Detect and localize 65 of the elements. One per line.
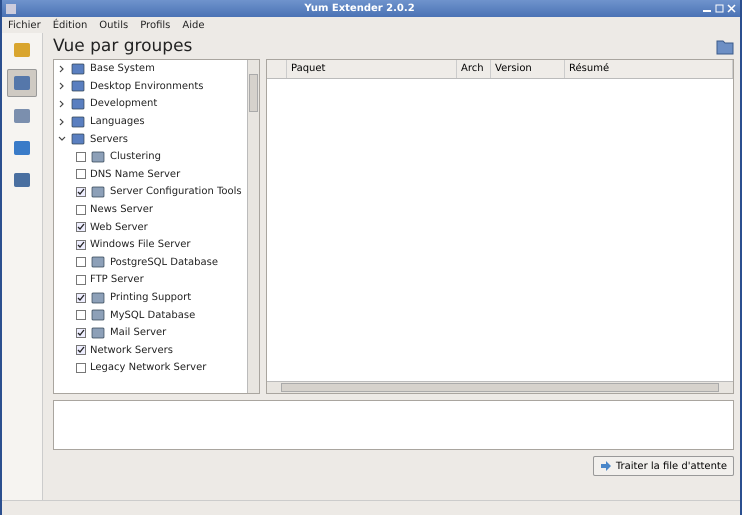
tree-item[interactable]: Desktop Environments [90,80,204,92]
tree-item[interactable]: Development [90,98,158,110]
checkbox[interactable] [76,204,86,215]
tree-item[interactable]: News Server [90,204,153,216]
tree-item[interactable]: DNS Name Server [90,168,180,180]
column-header[interactable]: Paquet [287,60,457,78]
column-header[interactable]: Version [491,60,565,78]
checkbox[interactable] [76,169,86,180]
tree-item[interactable]: Legacy Network Server [90,362,206,374]
output-view-icon [12,170,32,190]
category-icon [70,114,86,130]
tree-item[interactable]: Printing Support [110,292,192,304]
expander-icon[interactable] [58,100,66,108]
tree-item[interactable]: FTP Server [90,274,144,286]
arrow-icon [600,460,612,472]
close-icon[interactable] [727,4,736,13]
checkbox[interactable] [76,257,86,268]
tree-item[interactable]: Windows File Server [90,239,191,250]
tree-item[interactable]: MySQL Database [110,310,196,321]
category-icon [70,131,86,148]
tree-item[interactable]: Languages [90,116,145,128]
tree-item[interactable]: Base System [90,63,155,74]
menu-item[interactable]: Aide [182,20,204,30]
menu-item[interactable]: Profils [140,20,170,30]
column-header[interactable]: Arch [457,60,491,78]
scrollbar-thumb[interactable] [281,383,719,392]
checkbox[interactable] [76,222,86,232]
tree-item[interactable]: PostgreSQL Database [110,256,218,268]
category-icon [70,60,86,77]
queue-view-icon [12,106,32,126]
app-icon [6,4,16,14]
category-icon [70,96,86,112]
checkbox[interactable] [76,152,86,162]
menu-item[interactable]: Outils [99,20,128,30]
column-header[interactable]: Résumé [565,60,733,78]
groups-view-icon [12,73,32,93]
repos-view-icon [12,138,32,158]
view-tab[interactable] [7,69,37,97]
maximize-icon[interactable] [715,4,724,13]
checkbox[interactable] [76,345,86,356]
checkbox[interactable] [76,310,86,320]
checkbox[interactable] [76,328,86,338]
tree-item[interactable]: Server Configuration Tools [110,186,242,198]
checkbox[interactable] [76,292,86,303]
checkbox[interactable] [76,362,86,373]
expander-icon[interactable] [58,82,66,90]
tree-item[interactable]: Web Server [90,222,148,233]
window-title: Yum Extender 2.0.2 [303,3,416,14]
tree-item[interactable]: Mail Server [110,327,166,338]
expander-icon[interactable] [58,64,66,73]
tree-item[interactable]: Network Servers [90,344,173,356]
checkbox[interactable] [76,274,86,285]
tree-item[interactable]: Servers [90,134,128,145]
process-queue-button[interactable]: Traiter la file d'attente [592,456,734,476]
expander-icon[interactable] [58,118,66,126]
expander-icon[interactable] [58,135,66,144]
scrollbar-thumb[interactable] [249,74,258,112]
category-icon [70,78,86,94]
menu-item[interactable]: Édition [52,20,88,30]
view-title: Vue par groupes [53,36,194,56]
tree-item[interactable]: Clustering [110,151,161,162]
menu-item[interactable]: Fichier [8,20,41,30]
checkbox[interactable] [76,240,86,250]
packages-view-icon [12,40,32,60]
checkbox[interactable] [76,186,86,197]
